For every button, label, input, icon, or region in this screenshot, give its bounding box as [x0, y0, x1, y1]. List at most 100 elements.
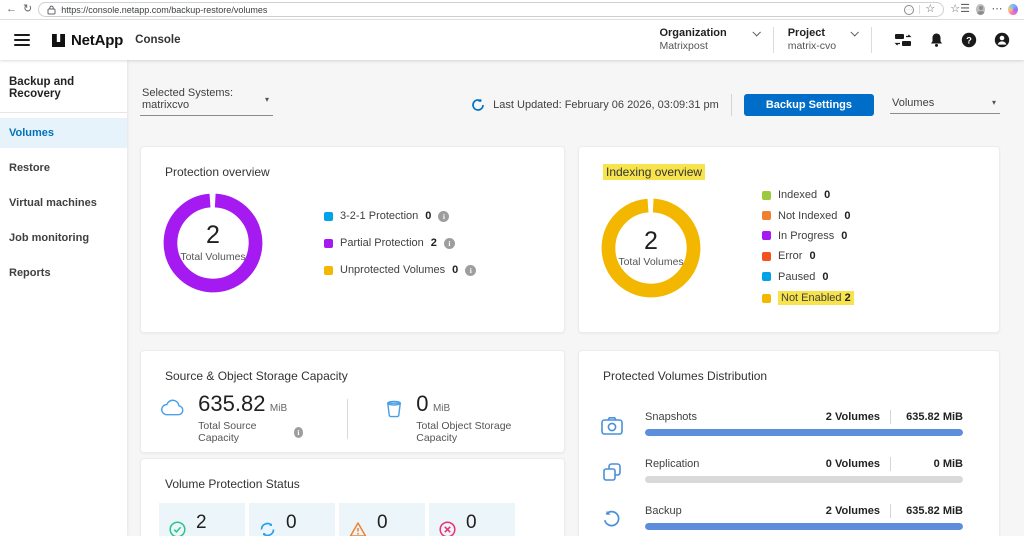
dropdown-caret-icon: ▾ [265, 95, 269, 104]
collections-icon[interactable]: ☆☰ [950, 4, 970, 15]
project-value: matrix-cvo [788, 40, 857, 53]
distribution-bar [645, 476, 963, 483]
backup-restore-icon [601, 509, 623, 529]
legend-swatch [762, 252, 771, 261]
scope-dropdown-value: Volumes [892, 97, 934, 109]
browser-back-icon[interactable]: ← [6, 4, 17, 15]
netapp-mark-icon [52, 34, 65, 47]
copilot-icon[interactable] [1008, 4, 1018, 15]
sidebar-item-virtual-machines[interactable]: Virtual machines [0, 188, 127, 218]
indexing-legend: Indexed 0 Not Indexed 0 [762, 185, 854, 309]
selected-systems-dropdown[interactable]: Selected Systems: matrixcvo ▾ [140, 87, 273, 116]
browser-refresh-icon[interactable]: ↻ [23, 4, 32, 15]
distribution-label: Backup [645, 505, 682, 517]
main-content: Selected Systems: matrixcvo ▾ Last Updat… [127, 60, 1024, 536]
netapp-logo[interactable]: NetApp [52, 32, 123, 49]
capacity-title: Source & Object Storage Capacity [141, 351, 564, 383]
distribution-size: 0 MiB [901, 458, 963, 470]
indexing-total-label: Total Volumes [618, 257, 683, 269]
legend-item: Not Indexed 0 [762, 208, 854, 224]
app-header: NetApp Console Organization Matrixpost P… [0, 20, 1024, 60]
info-icon[interactable]: i [294, 427, 304, 438]
protection-overview-title: Protection overview [141, 147, 564, 179]
in-progress-sync-icon [259, 521, 276, 536]
dropdown-caret-icon: ▾ [992, 98, 996, 107]
status-tile-failed: 0Failed [429, 503, 515, 536]
legend-item: Partial Protection 2 i [324, 235, 476, 251]
failed-x-icon [439, 521, 456, 536]
protected-volumes-distribution-card: Protected Volumes Distribution Snapshots… [578, 350, 1000, 536]
legend-value: 0 [809, 250, 815, 262]
address-bar[interactable]: https://console.netapp.com/backup-restor… [38, 2, 944, 17]
legend-value: 0 [844, 210, 850, 222]
legend-swatch [324, 239, 333, 248]
protection-overview-card: Protection overview 2 Total Volumes [140, 146, 565, 333]
legend-swatch [762, 294, 771, 303]
notifications-bell-icon[interactable] [929, 32, 944, 48]
legend-swatch [762, 231, 771, 240]
sidebar-section-title: Backup and Recovery [0, 70, 127, 112]
legend-item: Unprotected Volumes 0 i [324, 262, 476, 278]
status-tile-in-progress: 0In Progress [249, 503, 335, 536]
legend-value: 2 [431, 237, 437, 249]
status-value: 2 [196, 513, 228, 532]
source-capacity-unit: MiB [270, 403, 287, 414]
sidebar-item-volumes[interactable]: Volumes [0, 118, 127, 148]
screen: ← ↻ https://console.netapp.com/backup-re… [0, 0, 1024, 536]
status-value: 0 [286, 513, 335, 532]
legend-label: Partial Protection [340, 237, 424, 249]
refresh-icon[interactable] [471, 98, 485, 112]
page-actions-icon[interactable]: ··· [904, 5, 914, 15]
selected-systems-value: Selected Systems: matrixcvo [142, 87, 265, 111]
camera-icon [601, 416, 623, 435]
distribution-row-snapshots: Snapshots 2 Volumes 635.82 MiB [601, 410, 963, 436]
browser-menu-icon[interactable]: ⋯ [991, 4, 1002, 15]
distribution-size: 635.82 MiB [901, 505, 963, 517]
protection-legend: 3-2-1 Protection 0 i Partial Protection … [324, 203, 476, 284]
favorite-star-icon[interactable]: ☆ [925, 4, 935, 15]
project-selector[interactable]: Project matrix-cvo [788, 27, 857, 54]
distribution-label: Replication [645, 458, 699, 470]
legend-item: Indexed 0 [762, 187, 854, 203]
object-capacity-metric: 0 MiB Total Object Storage Capacity [386, 393, 540, 444]
legend-swatch [762, 191, 771, 200]
help-icon[interactable]: ? [961, 32, 977, 48]
lock-icon [47, 5, 56, 15]
toolbar: Selected Systems: matrixcvo ▾ Last Updat… [140, 90, 1000, 116]
legend-label: 3-2-1 Protection [340, 210, 418, 222]
backup-settings-button[interactable]: Backup Settings [744, 94, 874, 116]
organization-selector[interactable]: Organization Matrixpost [659, 27, 758, 54]
warning-triangle-icon [349, 521, 367, 536]
project-label: Project [788, 27, 825, 41]
legend-value: 2 [845, 292, 851, 304]
sidebar: Backup and Recovery Volumes Restore Virt… [0, 60, 127, 536]
distribution-title: Protected Volumes Distribution [579, 351, 999, 383]
distribution-label: Snapshots [645, 411, 697, 423]
info-icon[interactable]: i [438, 211, 449, 222]
legend-swatch [762, 211, 771, 220]
info-icon[interactable]: i [444, 238, 455, 249]
legend-item: Error 0 [762, 248, 854, 264]
distribution-volumes: 2 Volumes [826, 505, 880, 517]
scope-dropdown[interactable]: Volumes ▾ [890, 97, 1000, 114]
status-tile-healthy: 2Healthy [159, 503, 245, 536]
browser-profile-avatar[interactable] [976, 4, 986, 15]
legend-item: 3-2-1 Protection 0 i [324, 208, 476, 224]
account-icon[interactable] [994, 32, 1010, 48]
app-title: Console [135, 34, 180, 46]
hamburger-menu-icon[interactable] [14, 34, 30, 46]
legend-label: Not Indexed [778, 210, 837, 222]
replication-copy-icon [601, 462, 623, 482]
volume-protection-status-card: Volume Protection Status 2Healthy 0In Pr… [140, 458, 565, 536]
sidebar-item-reports[interactable]: Reports [0, 258, 127, 288]
protection-donut-chart: 2 Total Volumes [161, 191, 265, 295]
organization-label: Organization [659, 27, 726, 41]
protection-total-value: 2 [206, 222, 220, 250]
workloads-icon[interactable] [894, 32, 912, 48]
sidebar-item-restore[interactable]: Restore [0, 153, 127, 183]
sidebar-item-job-monitoring[interactable]: Job monitoring [0, 223, 127, 253]
distribution-volumes: 2 Volumes [826, 411, 880, 423]
info-icon[interactable]: i [465, 265, 476, 276]
svg-text:?: ? [966, 35, 972, 46]
legend-label: In Progress [778, 230, 834, 242]
